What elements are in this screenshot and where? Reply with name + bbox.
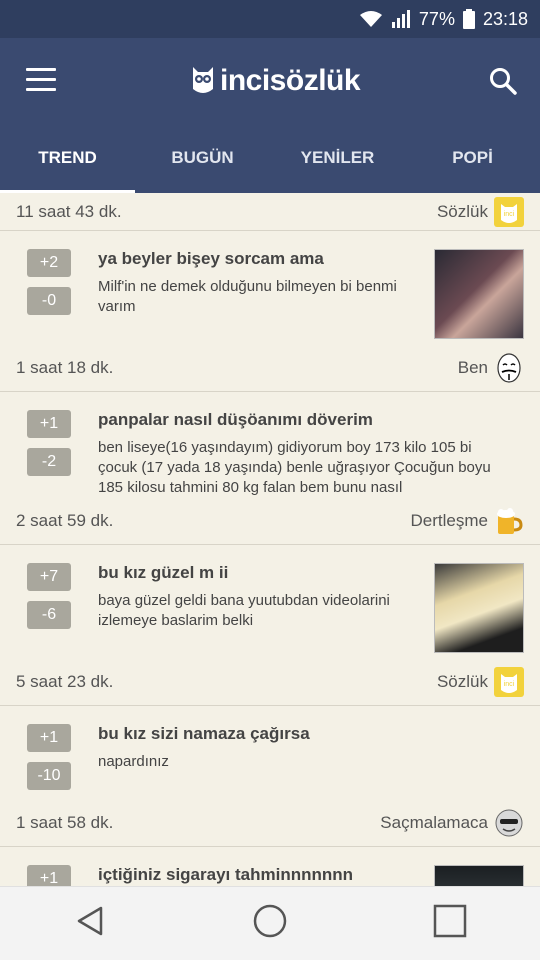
owl-icon xyxy=(190,63,216,100)
post-feed[interactable]: 11 saat 43 dk. Sözlük inci +2 -0 ya beyl… xyxy=(0,193,540,887)
post-title[interactable]: bu kız sizi namaza çağırsa xyxy=(98,724,514,744)
post-item[interactable]: +7 -6 bu kız güzel m ii baya güzel geldi… xyxy=(0,545,540,706)
tab-bugun[interactable]: BUGÜN xyxy=(135,135,270,193)
post-time: 1 saat 58 dk. xyxy=(16,813,114,832)
post-thumbnail[interactable] xyxy=(434,865,524,887)
tab-bar: TREND BUGÜN YENİLER POPİ xyxy=(0,135,540,193)
post-item[interactable]: +2 -0 ya beyler bişey sorcam ama Milf'in… xyxy=(0,231,540,392)
home-button[interactable] xyxy=(250,904,290,944)
upvote-button[interactable]: +1 xyxy=(27,410,71,438)
category-label[interactable]: Saçmalamaca xyxy=(380,813,488,833)
clock: 23:18 xyxy=(482,8,528,29)
post-thumbnail[interactable] xyxy=(434,249,524,339)
sozluk-category-icon: inci xyxy=(494,196,524,227)
wifi-icon xyxy=(359,10,383,28)
vote-box: +1 -10 xyxy=(16,724,82,800)
app-title: incisözlük xyxy=(220,64,361,97)
post-excerpt: Milf'in ne demek olduğunu bilmeyen bi be… xyxy=(98,278,397,315)
home-circle-icon xyxy=(252,903,288,944)
sozluk-category-icon: inci xyxy=(494,667,524,697)
category-label[interactable]: Sözlük xyxy=(437,202,488,222)
post-item[interactable]: +1 -2 panpalar nasıl düşöanımı döverim b… xyxy=(0,392,540,545)
system-nav-bar xyxy=(0,886,540,960)
category-label[interactable]: Ben xyxy=(458,358,488,378)
search-button[interactable] xyxy=(488,66,518,96)
tab-popi[interactable]: POPİ xyxy=(405,135,540,193)
upvote-button[interactable]: +1 xyxy=(27,724,71,752)
post-excerpt: ben liseye(16 yaşındayım) gidiyorum boy … xyxy=(98,439,491,496)
post-thumbnail[interactable] xyxy=(434,563,524,653)
post-time: 2 saat 59 dk. xyxy=(16,511,114,530)
downvote-button[interactable]: -0 xyxy=(27,287,71,315)
post-time: 11 saat 43 dk. xyxy=(16,201,122,221)
post-item[interactable]: +1 -10 bu kız sizi namaza çağırsa napard… xyxy=(0,706,540,847)
app-logo: incisözlük xyxy=(190,63,361,100)
post-excerpt: napardınız xyxy=(98,753,169,770)
tab-trend[interactable]: TREND xyxy=(0,135,135,193)
app-bar: incisözlük TREND BUGÜN YENİLER POPİ xyxy=(0,38,540,193)
hamburger-icon xyxy=(26,68,56,71)
guy-fawkes-mask-icon xyxy=(494,353,524,383)
downvote-button[interactable]: -2 xyxy=(27,448,71,476)
upvote-button[interactable]: +1 xyxy=(27,865,71,887)
post-meta: 11 saat 43 dk. Sözlük inci xyxy=(0,193,540,231)
beer-mug-icon xyxy=(494,506,524,536)
post-title[interactable]: panpalar nasıl düşöanımı döverim xyxy=(98,410,514,430)
post-time: 1 saat 18 dk. xyxy=(16,358,114,377)
recents-square-icon xyxy=(433,904,467,943)
tab-yeniler[interactable]: YENİLER xyxy=(270,135,405,193)
signal-icon xyxy=(391,10,411,28)
post-title[interactable]: bu kız güzel m ii xyxy=(98,563,424,583)
downvote-button[interactable]: -10 xyxy=(27,762,71,790)
back-button[interactable] xyxy=(70,904,110,944)
svg-text:inci: inci xyxy=(504,681,515,688)
vote-box: +7 -6 xyxy=(16,563,82,653)
post-excerpt: baya güzel geldi bana yuutubdan videolar… xyxy=(98,592,390,629)
post-item[interactable]: +1 içtiğiniz sigarayı tahminnnnnnn ediyo… xyxy=(0,847,540,887)
post-time: 5 saat 23 dk. xyxy=(16,672,114,691)
downvote-button[interactable]: -6 xyxy=(27,601,71,629)
vote-box: +1 -2 xyxy=(16,410,82,498)
upvote-button[interactable]: +2 xyxy=(27,249,71,277)
search-icon xyxy=(488,68,518,100)
vote-box: +2 -0 xyxy=(16,249,82,339)
battery-icon xyxy=(462,9,475,29)
category-label[interactable]: Dertleşme xyxy=(411,511,488,531)
back-triangle-icon xyxy=(73,904,107,943)
svg-text:inci: inci xyxy=(504,211,515,218)
post-title[interactable]: ya beyler bişey sorcam ama xyxy=(98,249,424,269)
post-title[interactable]: içtiğiniz sigarayı tahminnnnnnn xyxy=(98,865,424,885)
vote-box: +1 xyxy=(16,865,82,887)
troll-face-icon xyxy=(494,808,524,838)
status-bar: 77% 23:18 xyxy=(0,0,540,38)
menu-button[interactable] xyxy=(26,68,56,92)
upvote-button[interactable]: +7 xyxy=(27,563,71,591)
category-label[interactable]: Sözlük xyxy=(437,672,488,692)
recents-button[interactable] xyxy=(430,904,470,944)
battery-percent: 77% xyxy=(418,8,455,29)
